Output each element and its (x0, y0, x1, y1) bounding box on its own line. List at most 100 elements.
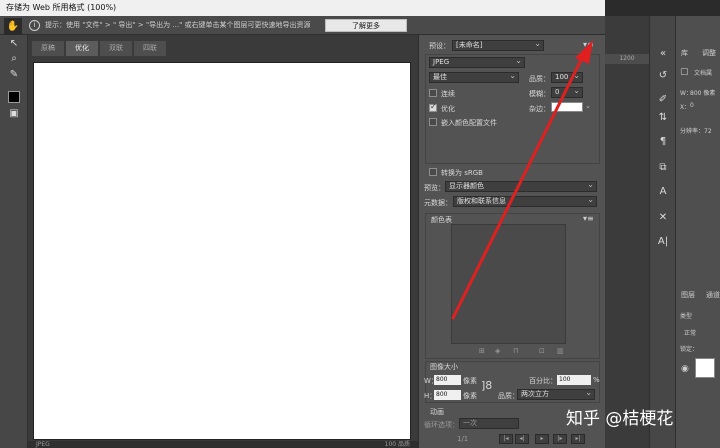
collapse-icon[interactable]: « (655, 46, 671, 62)
preview-label: 预览： (424, 184, 445, 192)
zoom-tool-icon[interactable]: ⌕ (6, 52, 22, 66)
blend-mode-select[interactable]: 正常 (684, 328, 696, 337)
lock-color-icon[interactable]: ⊓ (513, 347, 518, 355)
info-circle-icon: i (29, 20, 40, 31)
image-size-label: 图像大小 (430, 363, 458, 371)
photoshop-side-panels: 1200 « ↺ ✐ ⇅ ¶ ⧉ A ✕ A| 库 调整 ▢ 文档属 W： 80… (605, 16, 720, 448)
paragraph-icon[interactable]: ¶ (655, 134, 671, 150)
ps-x-value: 0 (690, 102, 694, 109)
new-color-icon[interactable]: ⊡ (539, 347, 545, 355)
quality-input[interactable]: 100 (551, 72, 583, 83)
height-unit: 像素 (463, 392, 477, 400)
tool-strip: ✋ ↖ ⌕ ✎ ▣ (0, 18, 28, 448)
lock-label: 锁定： (680, 346, 699, 353)
matte-color-swatch[interactable] (551, 102, 583, 112)
progressive-label: 连续 (441, 90, 455, 98)
tab-channels[interactable]: 通道 (706, 290, 720, 300)
tab-optimized[interactable]: 优化 (66, 41, 99, 56)
resample-select[interactable]: 两次立方 (517, 389, 595, 400)
loop-select[interactable]: 一次 (459, 418, 519, 429)
matte-dropdown-icon[interactable]: ⌄ (585, 102, 591, 110)
image-preview-canvas[interactable] (33, 62, 411, 440)
optimized-label: 优化 (441, 105, 455, 113)
eyedropper-tool-icon[interactable]: ✎ (6, 68, 22, 82)
quality-label: 品质： (529, 75, 550, 83)
preset-select[interactable]: [未命名] (452, 40, 544, 51)
last-frame-button[interactable]: ▸| (571, 434, 585, 444)
slice-select-tool-icon[interactable]: ↖ (6, 37, 22, 51)
quality-preset-select[interactable]: 最佳 (429, 72, 519, 83)
panel-menu-icon[interactable]: ▾≡ (583, 40, 594, 49)
resample-label: 品质： (498, 392, 519, 400)
layer-thumbnail[interactable] (695, 358, 715, 378)
blur-input[interactable]: 0 (551, 87, 583, 98)
ps-width-value: 800 像素 (690, 90, 716, 97)
preview-select[interactable]: 显示器颜色 (445, 181, 597, 192)
progressive-checkbox[interactable] (429, 89, 437, 97)
hint-toolbar: i 提示：使用 "文件" > " 导出" > "导出为 ..." 或右键单击某个… (0, 16, 605, 35)
format-select[interactable]: JPEG (429, 57, 525, 68)
first-frame-button[interactable]: |◂ (499, 434, 513, 444)
document-properties-label: 文档属 (694, 70, 713, 77)
percent-input[interactable]: 100 (557, 375, 591, 385)
web-shift-icon[interactable]: ◈ (495, 347, 500, 355)
map-color-icon[interactable]: ⊞ (479, 347, 485, 355)
photoshop-panel-icons: « ↺ ✐ ⇅ ¶ ⧉ A ✕ A| (649, 16, 676, 448)
tab-2up[interactable]: 双联 (100, 41, 133, 56)
next-frame-button[interactable]: |▸ (553, 434, 567, 444)
frame-counter: 1/1 (457, 435, 469, 443)
toggle-slices-icon[interactable]: ▣ (6, 107, 22, 121)
tab-library[interactable]: 库 (681, 48, 688, 58)
matte-label: 杂边： (529, 105, 550, 113)
history-icon[interactable]: ↺ (655, 68, 671, 84)
layer-filter-kind[interactable]: 类型 (680, 311, 692, 320)
glyphs-icon[interactable]: A (655, 184, 671, 200)
convert-srgb-checkbox[interactable] (429, 168, 437, 176)
color-table-menu-icon[interactable]: ▾≡ (583, 214, 594, 223)
preview-format-text: JPEG (36, 441, 50, 448)
delete-color-icon[interactable]: ▥ (557, 347, 564, 355)
hand-tool-icon[interactable]: ✋ (4, 18, 22, 35)
color-table[interactable] (451, 224, 566, 344)
embed-profile-checkbox[interactable] (429, 118, 437, 126)
optimized-checkbox[interactable] (429, 102, 437, 112)
tab-layers[interactable]: 图层 (681, 290, 695, 300)
play-button[interactable]: ▸ (535, 434, 549, 444)
preview-status-bar: JPEG 100 品质 (28, 441, 418, 448)
prev-frame-button[interactable]: ◂| (515, 434, 529, 444)
width-input[interactable]: 800 (434, 375, 461, 385)
eye-visibility-icon[interactable]: ◉ (681, 364, 689, 374)
animation-label: 动画 (430, 408, 444, 416)
ps-resolution: 分辨率：72 (680, 128, 712, 135)
metadata-label: 元数据： (424, 199, 452, 207)
watermark-text: 知乎 @桔梗花 (566, 409, 674, 429)
optimize-settings-panel: 预设： [未命名] ▾≡ JPEG 最佳 品质： 100 连续 模糊： 0 优化… (418, 35, 605, 448)
metadata-select[interactable]: 版权和联系信息 (453, 196, 597, 207)
document-icon: ▢ (680, 67, 689, 77)
tab-4up[interactable]: 四联 (134, 41, 167, 56)
photoshop-canvas-edge: 1200 (605, 16, 649, 448)
preset-label: 预设： (429, 42, 450, 50)
clone-source-icon[interactable]: ⧉ (655, 160, 671, 176)
blur-label: 模糊： (529, 90, 550, 98)
embed-profile-label: 嵌入颜色配置文件 (441, 119, 497, 127)
color-table-label: 颜色表 (431, 216, 452, 224)
sliders-icon[interactable]: ⇅ (655, 110, 671, 126)
photoshop-title-area (605, 0, 720, 16)
tab-adjustments[interactable]: 调整 (702, 48, 716, 58)
save-for-web-dialog: 存储为 Web 所用格式 (100%) i 提示：使用 "文件" > " 导出"… (0, 0, 720, 448)
tools-icon[interactable]: ✕ (655, 210, 671, 226)
percent-sign: % (593, 376, 600, 384)
brush-icon[interactable]: ✐ (655, 92, 671, 108)
learn-more-button[interactable]: 了解更多 (325, 19, 407, 32)
tab-original[interactable]: 原稿 (32, 41, 65, 56)
eyedropper-color-swatch[interactable] (8, 91, 20, 103)
height-input[interactable]: 800 (434, 390, 461, 400)
photoshop-properties-panel: 库 调整 ▢ 文档属 W： 800 像素 X： 0 分辨率：72 图层 通道 类… (676, 16, 720, 448)
window-title: 存储为 Web 所用格式 (100%) (0, 0, 605, 16)
animation-controls: 1/1 |◂ ◂| ▸ |▸ ▸| (425, 434, 595, 444)
ps-x-label: X： (680, 104, 691, 111)
constrain-link-icon[interactable]: ]8 (481, 379, 492, 392)
export-hint-text: 提示：使用 "文件" > " 导出" > "导出为 ..." 或右键单击某个图层… (45, 21, 311, 29)
character-icon[interactable]: A| (655, 234, 671, 250)
